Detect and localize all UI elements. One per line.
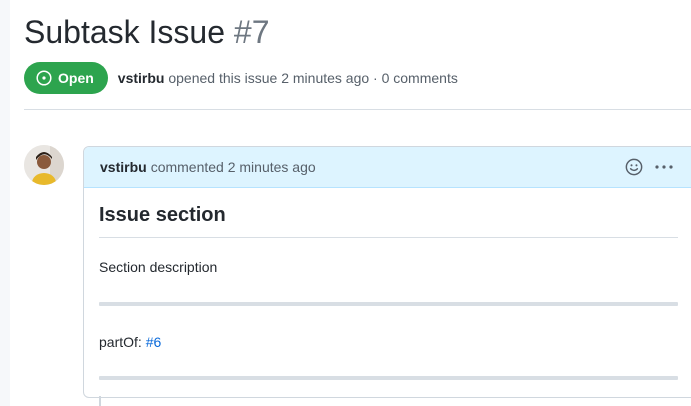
header-divider xyxy=(24,109,691,110)
timeline-line xyxy=(99,396,101,406)
horizontal-rule xyxy=(99,302,678,306)
comment-heading: Issue section xyxy=(99,204,678,238)
horizontal-rule-bottom xyxy=(99,376,678,380)
comment-body: Issue section Section description partOf… xyxy=(84,188,690,380)
issue-meta: Open vstirbu opened this issue 2 minutes… xyxy=(24,62,458,94)
issue-title-text: Subtask Issue xyxy=(24,14,225,50)
issue-author-link[interactable]: vstirbu xyxy=(118,70,165,86)
partof-line: partOf: #6 xyxy=(99,334,678,350)
section-description: Section description xyxy=(99,259,218,275)
comment-actions xyxy=(624,155,674,179)
comment-author-link[interactable]: vstirbu xyxy=(100,159,147,175)
kebab-horizontal-icon[interactable] xyxy=(654,155,674,179)
issue-opened-icon xyxy=(36,70,52,86)
status-badge: Open xyxy=(24,62,108,94)
comment-box: vstirbu commented 2 minutes ago Issue se… xyxy=(83,146,691,398)
partof-label: partOf: xyxy=(99,334,142,350)
avatar[interactable] xyxy=(24,145,64,185)
issue-number: #7 xyxy=(233,14,270,50)
issue-meta-text: vstirbu opened this issue 2 minutes ago … xyxy=(118,70,458,86)
partof-issue-link[interactable]: #6 xyxy=(146,334,162,350)
smiley-icon[interactable] xyxy=(624,155,644,179)
issue-title: Subtask Issue #7 xyxy=(24,12,269,52)
comment-header: vstirbu commented 2 minutes ago xyxy=(84,147,691,188)
status-badge-label: Open xyxy=(58,70,94,86)
page-left-edge xyxy=(0,0,10,406)
issue-meta-suffix: opened this issue 2 minutes ago · 0 comm… xyxy=(168,70,458,86)
comment-timestamp: commented 2 minutes ago xyxy=(150,159,316,175)
